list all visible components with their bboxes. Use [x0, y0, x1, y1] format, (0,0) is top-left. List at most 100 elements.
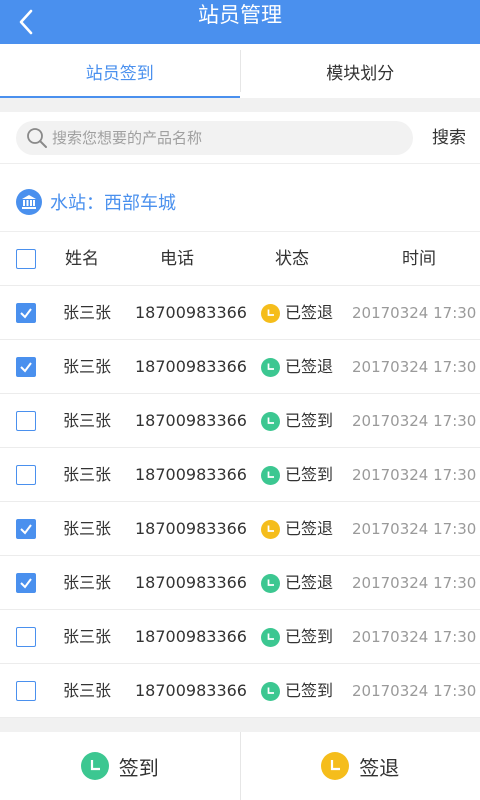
clock-icon — [80, 752, 109, 780]
clock-icon — [261, 573, 280, 593]
status-label: 已签到 — [285, 411, 334, 430]
staff-time: 20170324 17:30 — [352, 304, 477, 322]
table-header: 姓名 电话 状态 时间 — [0, 232, 480, 286]
row-checkbox[interactable] — [16, 357, 36, 377]
clock-icon — [261, 357, 280, 377]
row-checkbox[interactable] — [16, 465, 36, 485]
tab-module-division[interactable]: 模块划分 — [241, 44, 480, 98]
row-checkbox[interactable] — [16, 681, 36, 701]
station-label: 水站：西部车城 — [50, 192, 176, 214]
staff-phone: 18700983366 — [135, 573, 247, 592]
status-label: 已签到 — [285, 681, 334, 700]
staff-name: 张三张 — [63, 627, 112, 646]
staff-phone: 18700983366 — [135, 303, 247, 322]
staff-status: 已签退 — [261, 502, 333, 556]
row-checkbox[interactable] — [16, 573, 36, 593]
staff-phone: 18700983366 — [135, 627, 247, 646]
staff-phone: 18700983366 — [135, 519, 247, 538]
staff-status: 已签退 — [261, 286, 333, 340]
select-all-checkbox[interactable] — [16, 249, 36, 269]
staff-phone: 18700983366 — [135, 357, 247, 376]
staff-time: 20170324 17:30 — [352, 466, 477, 484]
table-row[interactable]: 张三张 18700983366 已签退 20170324 17:30 — [0, 502, 480, 556]
clock-icon — [261, 681, 280, 701]
staff-status: 已签退 — [261, 556, 333, 610]
staff-name: 张三张 — [63, 411, 112, 430]
building-icon — [16, 188, 42, 215]
sign-out-label: 签退 — [359, 755, 400, 780]
row-check-cell — [16, 681, 36, 701]
page-title: 站员管理 — [198, 3, 282, 27]
sign-in-label: 签到 — [118, 755, 159, 780]
tab-sign-in[interactable]: 站员签到 — [0, 44, 240, 98]
table-row[interactable]: 张三张 18700983366 已签退 20170324 17:30 — [0, 556, 480, 610]
search-bar: 搜索 — [0, 112, 480, 164]
staff-phone: 18700983366 — [135, 465, 247, 484]
staff-status: 已签到 — [261, 610, 333, 664]
staff-name: 张三张 — [63, 303, 112, 322]
staff-status: 已签到 — [261, 664, 333, 718]
clock-icon — [261, 411, 280, 431]
row-check-cell — [16, 357, 36, 377]
table-row[interactable]: 张三张 18700983366 已签到 20170324 17:30 — [0, 394, 480, 448]
station-info: 水站：西部车城 — [0, 172, 480, 232]
row-check-cell — [16, 303, 36, 323]
clock-icon — [261, 303, 280, 323]
clock-icon — [261, 627, 280, 647]
header-phone: 电话 — [160, 249, 194, 269]
status-label: 已签退 — [285, 357, 334, 376]
table-row[interactable]: 张三张 18700983366 已签退 20170324 17:30 — [0, 340, 480, 394]
table-row[interactable]: 张三张 18700983366 已签到 20170324 17:30 — [0, 610, 480, 664]
status-label: 已签退 — [285, 573, 334, 592]
search-button[interactable]: 搜索 — [432, 121, 466, 155]
staff-name: 张三张 — [63, 465, 112, 484]
search-input[interactable] — [52, 129, 392, 147]
table-row[interactable]: 张三张 18700983366 已签到 20170324 17:30 — [0, 448, 480, 502]
clock-icon — [321, 752, 350, 780]
table-body: 张三张 18700983366 已签退 20170324 17:30 张三张 187009… — [0, 286, 480, 718]
row-checkbox[interactable] — [16, 519, 36, 539]
staff-phone: 18700983366 — [135, 411, 247, 430]
table-row[interactable]: 张三张 18700983366 已签到 20170324 17:30 — [0, 664, 480, 718]
staff-status: 已签到 — [261, 448, 333, 502]
staff-time: 20170324 17:30 — [352, 520, 477, 538]
staff-name: 张三张 — [63, 573, 112, 592]
table-row[interactable]: 张三张 18700983366 已签退 20170324 17:30 — [0, 286, 480, 340]
action-bar: 签到 签退 — [0, 732, 480, 800]
staff-time: 20170324 17:30 — [352, 682, 477, 700]
sign-out-button[interactable]: 签退 — [241, 732, 480, 800]
staff-name: 张三张 — [63, 357, 112, 376]
row-checkbox[interactable] — [16, 627, 36, 647]
section-gap — [0, 98, 480, 112]
header-name: 姓名 — [65, 249, 99, 269]
staff-time: 20170324 17:30 — [352, 358, 477, 376]
status-label: 已签退 — [285, 519, 334, 538]
staff-status: 已签到 — [261, 394, 333, 448]
row-check-cell — [16, 627, 36, 647]
staff-name: 张三张 — [63, 519, 112, 538]
clock-icon — [261, 519, 280, 539]
staff-table: 姓名 电话 状态 时间 张三张 18700983366 已签退 20170324 17… — [0, 232, 480, 718]
row-checkbox[interactable] — [16, 303, 36, 323]
staff-phone: 18700983366 — [135, 681, 247, 700]
row-check-cell — [16, 519, 36, 539]
row-check-cell — [16, 411, 36, 431]
sign-in-button[interactable]: 签到 — [0, 732, 240, 800]
status-label: 已签到 — [285, 465, 334, 484]
section-gap — [0, 718, 480, 732]
staff-time: 20170324 17:30 — [352, 574, 477, 592]
tab-bar: 站员签到 模块划分 — [0, 44, 480, 98]
row-checkbox[interactable] — [16, 411, 36, 431]
clock-icon — [261, 465, 280, 485]
staff-time: 20170324 17:30 — [352, 412, 477, 430]
header-time: 时间 — [402, 249, 436, 269]
staff-name: 张三张 — [63, 681, 112, 700]
search-box[interactable] — [16, 121, 413, 155]
row-check-cell — [16, 573, 36, 593]
select-all-cell — [16, 249, 36, 269]
header-status: 状态 — [275, 249, 309, 269]
status-label: 已签到 — [285, 627, 334, 646]
search-icon — [27, 128, 47, 148]
status-label: 已签退 — [285, 303, 334, 322]
app-header: 站员管理 — [0, 0, 480, 44]
